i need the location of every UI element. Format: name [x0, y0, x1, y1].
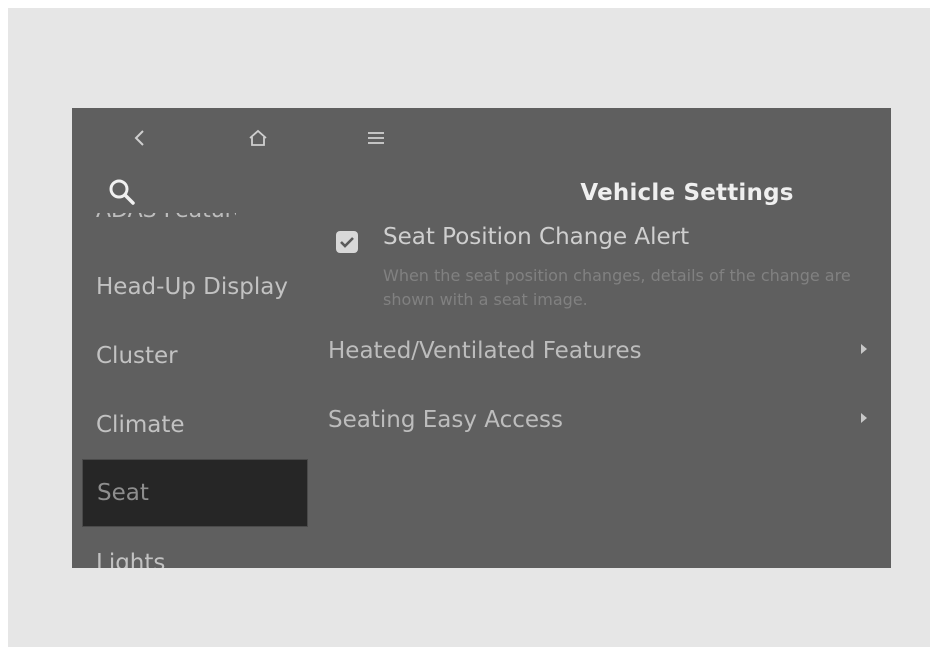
- page-title: Vehicle Settings: [580, 180, 794, 206]
- search-button[interactable]: [102, 174, 142, 210]
- home-button[interactable]: [238, 120, 278, 156]
- seating-easy-access-item[interactable]: Seating Easy Access: [317, 391, 877, 449]
- sidebar-item-climate[interactable]: Climate: [82, 391, 308, 459]
- sidebar-item-head-up-display[interactable]: Head-Up Display: [82, 253, 308, 321]
- sidebar-item-label: Climate: [96, 412, 185, 438]
- infotainment-screen: Vehicle Settings ADAS Features Head-Up D…: [72, 108, 891, 568]
- sidebar-item-lights[interactable]: Lights: [82, 529, 308, 568]
- menu-icon: [368, 132, 384, 144]
- checkmark-icon: [340, 237, 354, 248]
- heated-ventilated-features-item[interactable]: Heated/Ventilated Features: [317, 322, 877, 380]
- sidebar-item-label: Head-Up Display: [96, 274, 288, 300]
- home-icon: [249, 129, 267, 146]
- sidebar-item-label: Seat: [97, 480, 149, 506]
- menu-item-label: Heated/Ventilated Features: [328, 338, 642, 364]
- menu-button[interactable]: [356, 120, 396, 156]
- sidebar-item-label: ADAS Features: [96, 213, 236, 223]
- chevron-right-icon: [861, 413, 867, 423]
- menu-item-label: Seating Easy Access: [328, 407, 564, 433]
- image-frame: Vehicle Settings ADAS Features Head-Up D…: [8, 8, 930, 647]
- sidebar-item-seat[interactable]: Seat: [82, 459, 308, 527]
- seat-position-alert-label: Seat Position Change Alert: [383, 224, 690, 250]
- back-button[interactable]: [120, 120, 160, 156]
- seat-position-alert-option: Seat Position Change Alert When the seat…: [330, 220, 870, 310]
- sidebar-item-label: Cluster: [96, 343, 178, 369]
- search-icon: [109, 179, 135, 205]
- chevron-left-icon: [134, 130, 144, 146]
- seat-position-alert-description: When the seat position changes, details …: [383, 266, 851, 309]
- sidebar-item-partial[interactable]: ADAS Features: [96, 213, 236, 226]
- sidebar-item-label: Lights: [96, 550, 166, 568]
- sidebar-item-cluster[interactable]: Cluster: [82, 322, 308, 390]
- seat-position-alert-checkbox[interactable]: [336, 231, 358, 253]
- sidebar: ADAS Features Head-Up Display Cluster Cl…: [72, 213, 308, 568]
- chevron-right-icon: [861, 344, 867, 354]
